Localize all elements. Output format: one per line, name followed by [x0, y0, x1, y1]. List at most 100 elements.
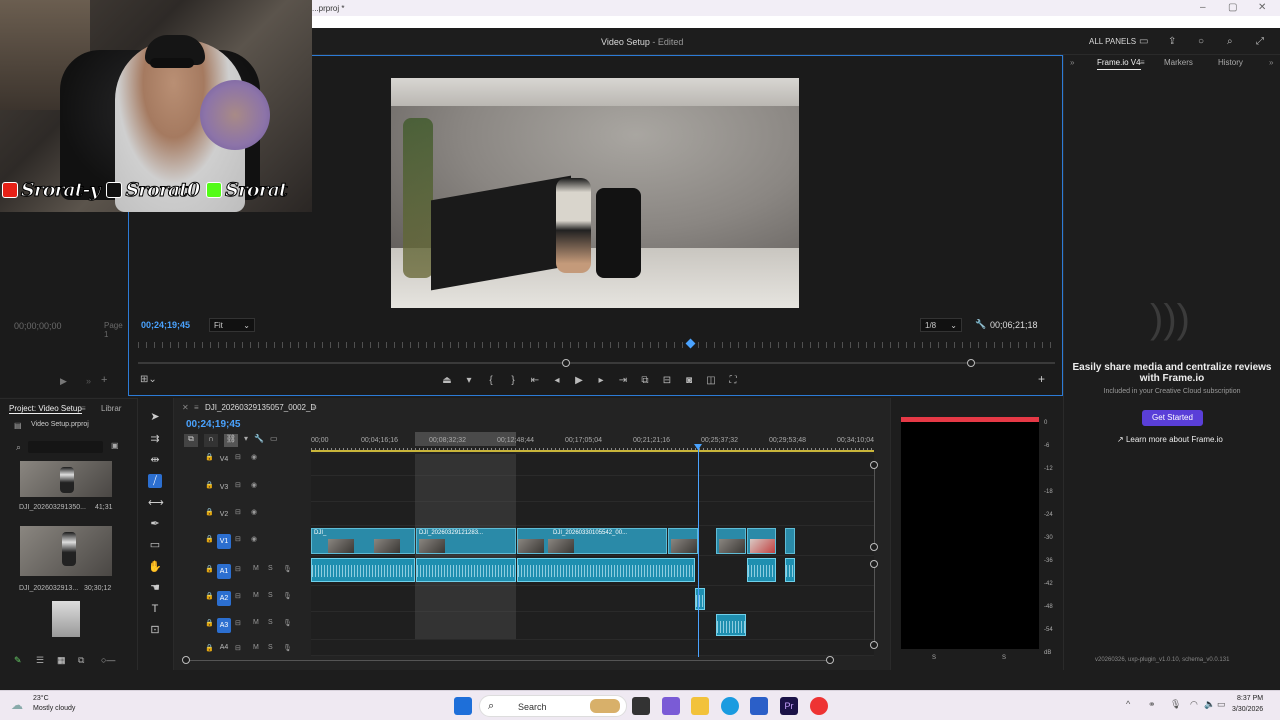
step-back-icon[interactable]: ◂: [550, 375, 564, 386]
mark-out-icon[interactable]: }: [506, 375, 520, 386]
captions-icon[interactable]: ▭: [270, 434, 278, 448]
fullscreen-icon[interactable]: ⤢: [1256, 36, 1264, 47]
share-icon[interactable]: ⇪: [1168, 36, 1176, 47]
zoom-slider[interactable]: ○—: [101, 655, 115, 665]
hand-tool-icon[interactable]: ✋: [148, 560, 162, 574]
video-clip[interactable]: [716, 528, 746, 554]
video-clip[interactable]: DJI_20260330105542_00...: [517, 528, 667, 554]
pen-tool-icon[interactable]: ✒: [148, 517, 162, 531]
windows-start-icon[interactable]: [454, 697, 472, 715]
audio-clip[interactable]: [416, 558, 516, 582]
minimize-icon[interactable]: –: [1200, 2, 1206, 13]
clip-thumbnail[interactable]: [52, 601, 80, 637]
settings-icon[interactable]: ⊞⌄: [140, 374, 157, 385]
track-a2-lane[interactable]: [311, 586, 874, 612]
timeline-timecode[interactable]: 00;24;19;45: [186, 419, 240, 430]
wifi-icon[interactable]: ◠: [1190, 699, 1198, 710]
copilot-icon[interactable]: [662, 697, 680, 715]
audio-clip[interactable]: [695, 588, 705, 610]
lock-icon[interactable]: 🔒: [205, 481, 214, 489]
work-area-bar[interactable]: [311, 450, 874, 452]
add-button-icon[interactable]: +: [1038, 372, 1045, 386]
status-icon[interactable]: ○: [1198, 36, 1204, 47]
lock-icon[interactable]: 🔒: [205, 535, 214, 543]
v-scroll-handle[interactable]: [870, 543, 878, 551]
premiere-pro-icon[interactable]: Pr: [780, 697, 798, 715]
tab-project[interactable]: Project: Video Setup: [9, 404, 82, 414]
source-forward-icon[interactable]: »: [86, 376, 91, 386]
add-marker-icon[interactable]: ▾: [244, 434, 248, 448]
track-label[interactable]: V1: [217, 534, 231, 549]
source-timecode[interactable]: 00;00;00;00: [14, 321, 62, 331]
weather-description[interactable]: Mostly cloudy: [33, 705, 75, 712]
audio-v-scrollbar[interactable]: [874, 565, 875, 645]
source-play-icon[interactable]: ▶: [60, 376, 67, 387]
play-icon[interactable]: ▶: [572, 375, 586, 386]
source-add-icon[interactable]: +: [101, 374, 107, 386]
sync-lock-icon[interactable]: ⊟: [235, 644, 241, 652]
h-scroll-handle-left[interactable]: [182, 656, 190, 664]
track-v2-lane[interactable]: [311, 502, 874, 526]
clip-thumbnail[interactable]: [20, 526, 112, 576]
sync-lock-icon[interactable]: ⊟: [235, 619, 241, 627]
timeline-playhead[interactable]: [698, 444, 699, 657]
audio-clip[interactable]: [747, 558, 776, 582]
track-v4-lane[interactable]: [311, 454, 874, 476]
audio-clip[interactable]: [716, 614, 746, 636]
scroll-handle-left[interactable]: [562, 359, 570, 367]
video-clip[interactable]: [747, 528, 776, 554]
weather-temperature[interactable]: 23°C: [33, 695, 49, 702]
eye-icon[interactable]: ◉: [251, 535, 257, 543]
audio-clip[interactable]: [785, 558, 795, 582]
program-time-ruler[interactable]: [138, 342, 1055, 348]
h-scroll-handle-right[interactable]: [826, 656, 834, 664]
go-to-in-icon[interactable]: ⇤: [528, 375, 542, 386]
slip-tool-icon[interactable]: ⟷: [148, 496, 164, 510]
v-scroll-handle[interactable]: [870, 461, 878, 469]
close-icon[interactable]: ✕: [1258, 2, 1266, 13]
microphone-icon[interactable]: 🎙: [283, 592, 292, 600]
video-clip[interactable]: DJI_20260329121283...: [416, 528, 516, 554]
extract-icon[interactable]: ⧉: [638, 375, 652, 386]
wrench-icon[interactable]: 🔧: [254, 434, 264, 448]
sync-lock-icon[interactable]: ⊟: [235, 453, 241, 461]
solo-right[interactable]: S: [1002, 655, 1006, 661]
track-label[interactable]: V2: [217, 507, 231, 522]
solo-icon[interactable]: S: [268, 619, 273, 626]
list-view-icon[interactable]: ☰: [36, 655, 44, 666]
battery-icon[interactable]: ▭: [1217, 699, 1226, 710]
microphone-icon[interactable]: 🎙: [283, 619, 292, 627]
nest-icon[interactable]: ⧉: [184, 434, 198, 447]
microphone-icon[interactable]: 🎙: [283, 644, 292, 652]
overwrite-icon[interactable]: ⊟: [660, 375, 674, 386]
lock-icon[interactable]: 🔒: [205, 619, 214, 627]
snap-icon[interactable]: ∩: [204, 434, 218, 447]
track-select-icon[interactable]: ⇉: [148, 432, 162, 446]
file-explorer-icon[interactable]: [691, 697, 709, 715]
step-forward-icon[interactable]: ▸: [594, 375, 608, 386]
tab-markers[interactable]: Markers: [1164, 58, 1193, 67]
video-clip[interactable]: [785, 528, 795, 554]
linked-selection-icon[interactable]: ⛓: [224, 434, 238, 447]
get-started-button[interactable]: Get Started: [1142, 410, 1203, 426]
track-a4-lane[interactable]: [311, 640, 874, 656]
store-icon[interactable]: [750, 697, 768, 715]
ripple-edit-icon[interactable]: ⇹: [148, 453, 162, 467]
mute-icon[interactable]: M: [253, 644, 259, 651]
panel-menu-icon[interactable]: ≡: [81, 404, 86, 413]
camera-icon[interactable]: ◙: [682, 375, 696, 386]
program-zoom-scrollbar[interactable]: [138, 362, 1055, 364]
mute-icon[interactable]: M: [253, 565, 259, 572]
microphone-icon[interactable]: 🎙: [283, 565, 292, 573]
hand-tool-icon-2[interactable]: ☚: [148, 581, 162, 595]
marker-icon[interactable]: ▾: [462, 375, 476, 386]
caption-tool-icon[interactable]: ⊡: [148, 623, 162, 637]
solo-icon[interactable]: S: [268, 644, 273, 651]
sync-lock-icon[interactable]: ⊟: [235, 535, 241, 543]
v-scroll-handle[interactable]: [870, 560, 878, 568]
eye-icon[interactable]: ◉: [251, 453, 257, 461]
volume-icon[interactable]: 🔈: [1204, 699, 1215, 710]
mic-icon[interactable]: 🎙: [1170, 699, 1181, 710]
timeline-h-scrollbar[interactable]: [186, 660, 831, 661]
sync-lock-icon[interactable]: ⊟: [235, 565, 241, 573]
